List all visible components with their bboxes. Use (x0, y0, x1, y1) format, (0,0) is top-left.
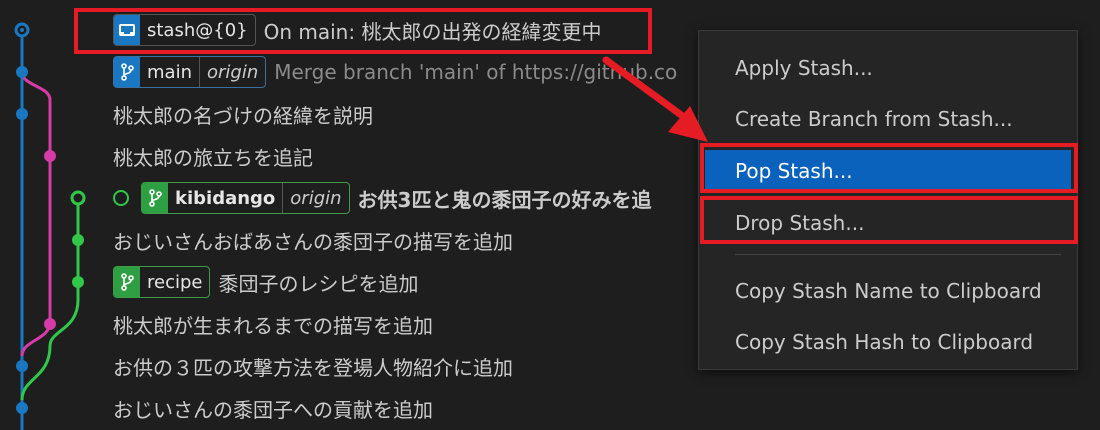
branch-icon (114, 57, 140, 87)
commit-message: 桃太郎の名づけの経緯を説明 (113, 103, 373, 128)
highlight-box-pop-stash (700, 143, 1078, 193)
commit-message: おじいさんおばあさんの黍団子の描写を追加 (113, 229, 513, 254)
commit-message: お供の３匹の攻撃方法を登場人物紹介に追加 (113, 355, 513, 380)
branch-name: main (147, 61, 192, 83)
menu-item-create-branch-from-stash[interactable]: Create Branch from Stash... (705, 98, 1071, 140)
commit-message: 桃太郎が生まれるまでの描写を追加 (113, 313, 433, 338)
branch-badge-recipe[interactable]: recipe (113, 266, 211, 298)
branch-icon (142, 183, 168, 213)
remote-name: origin (198, 57, 265, 87)
commit-message: お供3匹と鬼の黍団子の好みを追 (357, 187, 652, 212)
menu-separator (735, 254, 1061, 255)
current-head-icon (113, 190, 129, 206)
commit-row[interactable]: おじいさんの黍団子への貢献を追加 (0, 387, 1100, 429)
branch-badge-kibidango[interactable]: kibidango origin (141, 182, 350, 214)
commit-message: 黍団子のレシピを追加 (218, 271, 419, 296)
highlight-box-stash (74, 8, 652, 54)
commit-message: Merge branch 'main' of https://github.co (274, 60, 678, 84)
highlight-box-drop-stash (700, 196, 1078, 244)
branch-name: recipe (147, 271, 203, 293)
commit-message: 桃太郎の旅立ちを追記 (113, 145, 313, 170)
branch-badge-main[interactable]: main origin (113, 56, 267, 88)
menu-item-copy-stash-name[interactable]: Copy Stash Name to Clipboard (705, 270, 1071, 312)
menu-item-copy-stash-hash[interactable]: Copy Stash Hash to Clipboard (705, 321, 1071, 363)
branch-name: kibidango (175, 187, 276, 209)
commit-message: おじいさんの黍団子への貢献を追加 (113, 397, 433, 422)
menu-item-apply-stash[interactable]: Apply Stash... (705, 47, 1071, 89)
branch-icon (114, 267, 140, 297)
remote-name: origin (282, 183, 348, 213)
